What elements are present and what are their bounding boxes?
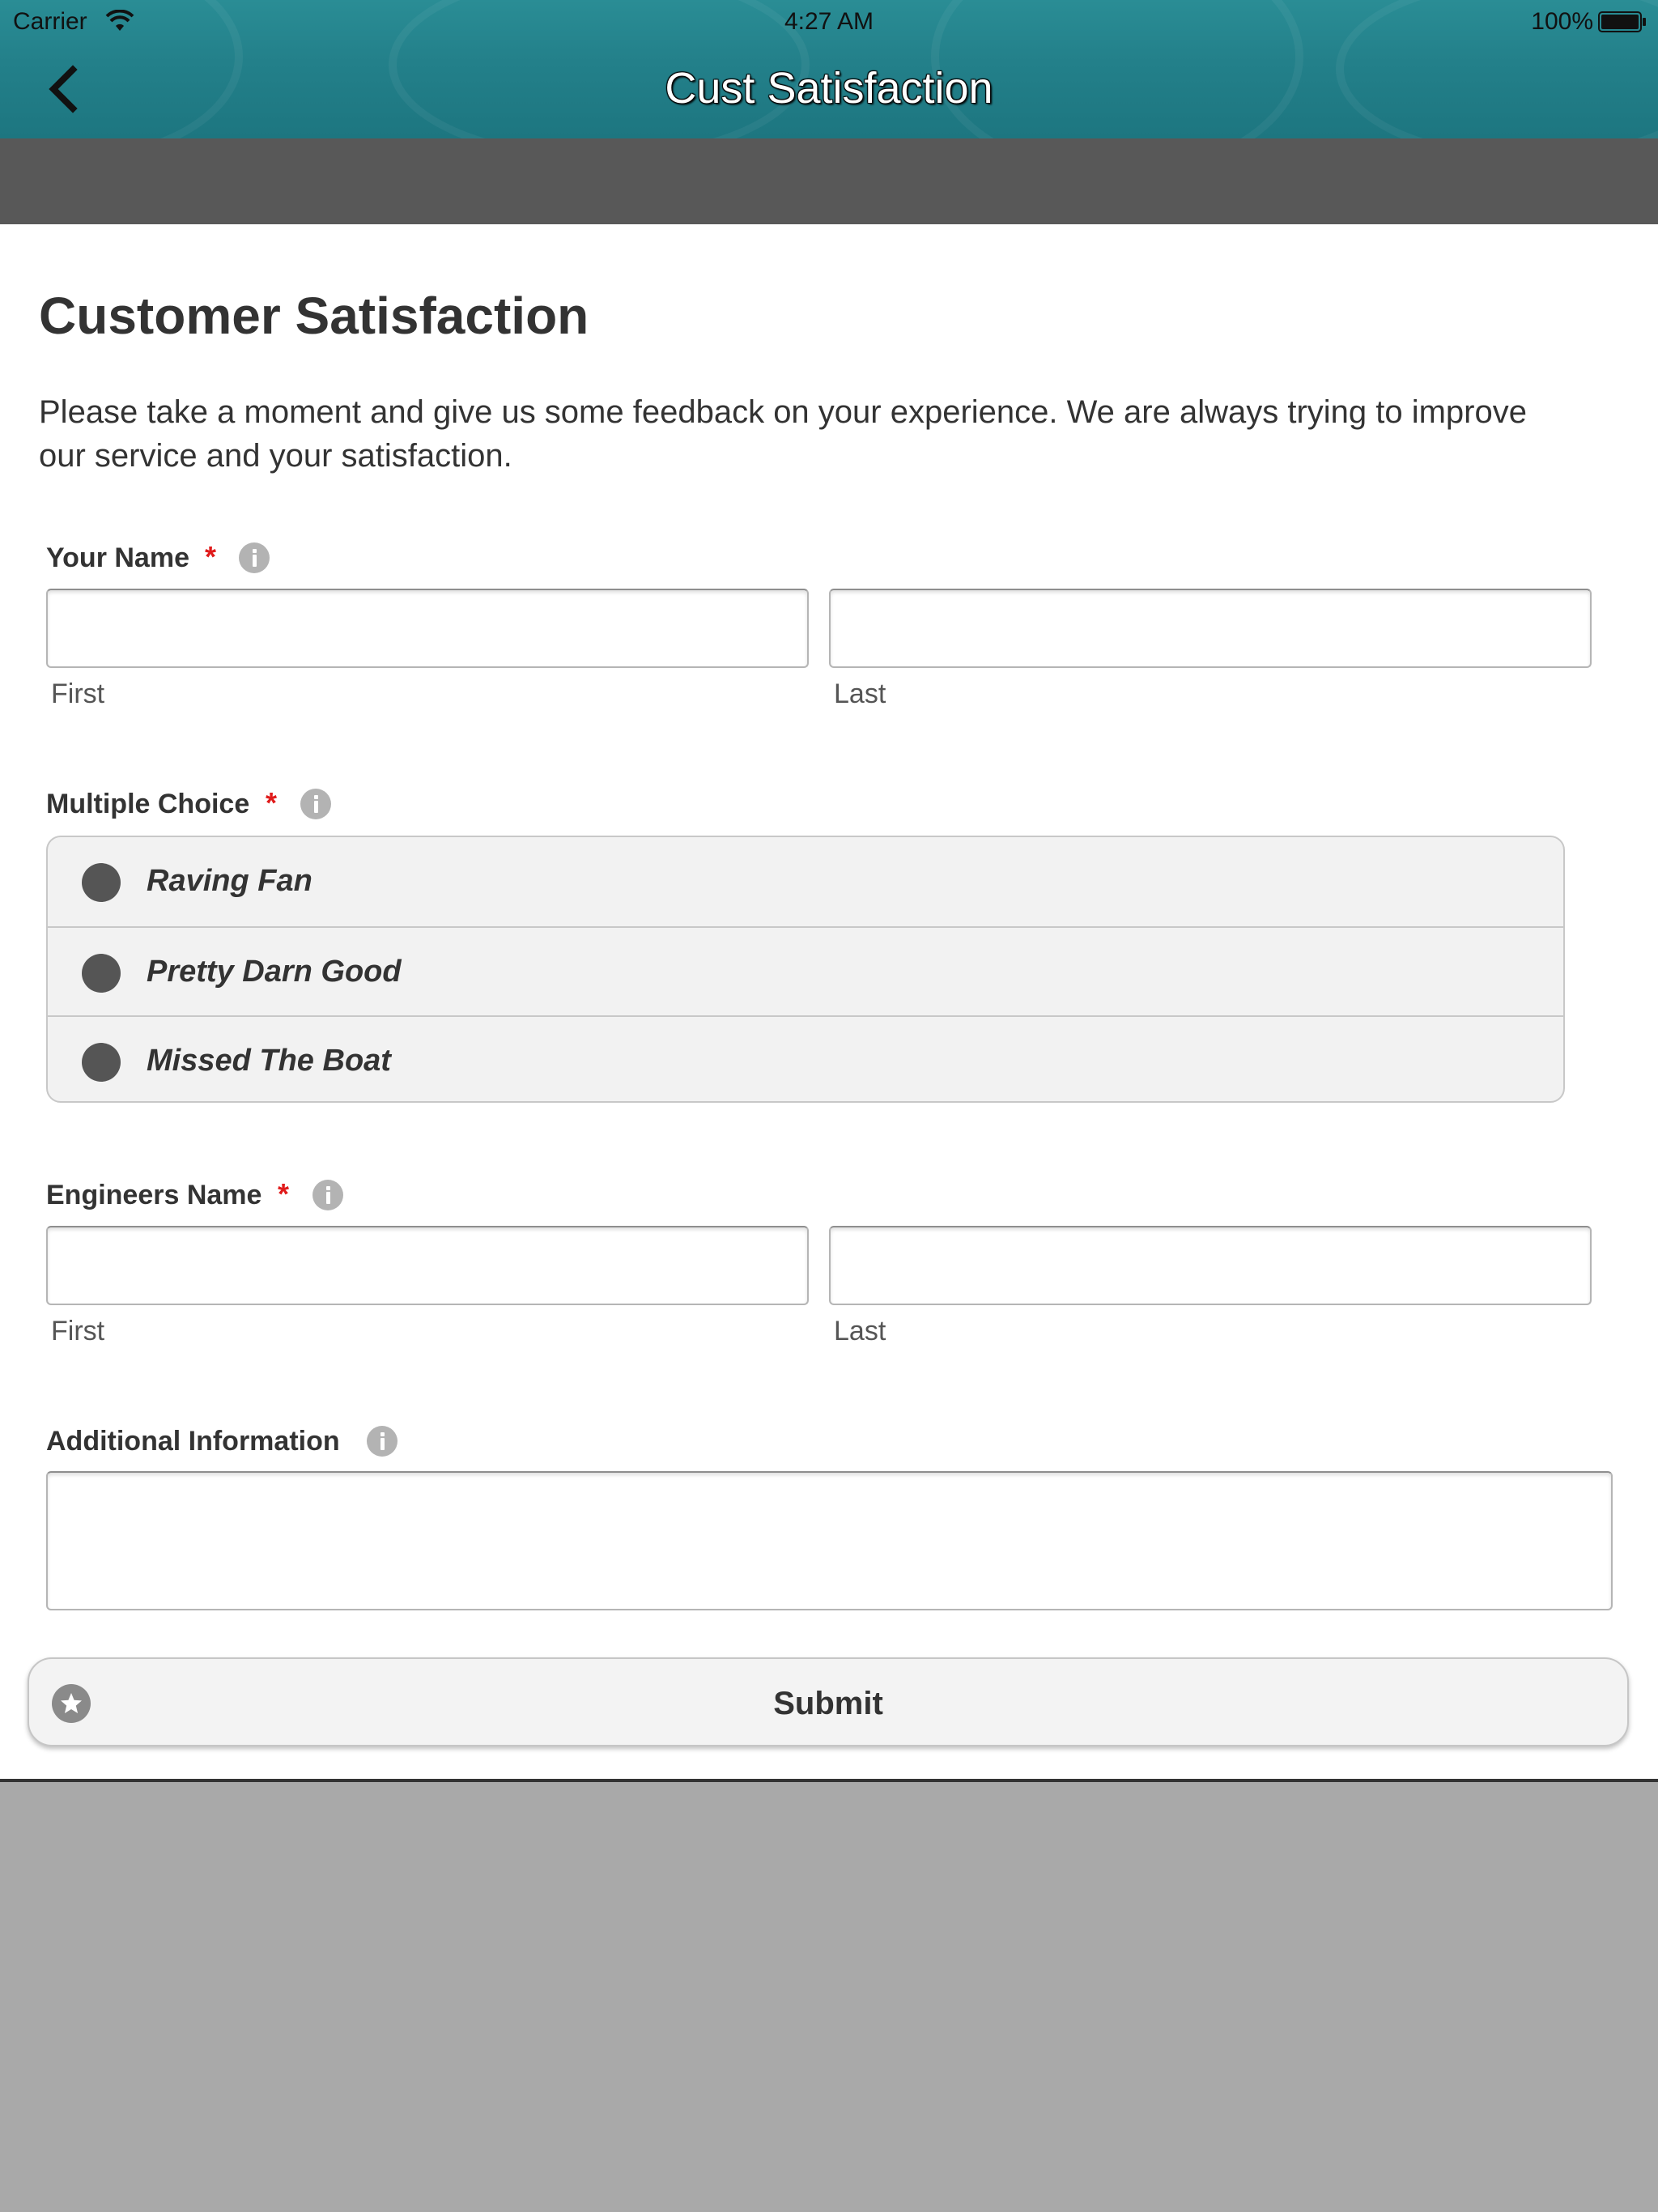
toolbar-band (0, 138, 1658, 224)
form-container: Customer Satisfaction Please take a mome… (0, 224, 1658, 1782)
submit-button[interactable]: Submit (28, 1657, 1629, 1746)
radio-button[interactable] (82, 1043, 121, 1082)
info-icon[interactable] (367, 1426, 397, 1457)
required-marker: * (266, 786, 278, 819)
form-intro: Please take a moment and give us some fe… (39, 394, 1527, 474)
top-bar: Carrier 4:27 AM 100% Cust Satisfaction (0, 0, 1658, 138)
your-name-label: Your Name (46, 542, 189, 573)
radio-option-missed-the-boat[interactable]: Missed The Boat (48, 1015, 1563, 1101)
first-sublabel: First (51, 678, 105, 709)
form-heading: Customer Satisfaction (39, 287, 589, 345)
status-time: 4:27 AM (784, 8, 874, 35)
info-icon[interactable] (239, 542, 270, 573)
page-title: Cust Satisfaction (665, 64, 993, 113)
required-marker: * (205, 540, 217, 573)
required-marker: * (278, 1177, 290, 1210)
engineers-name-last-input[interactable] (829, 1226, 1592, 1305)
status-bar: Carrier 4:27 AM 100% (0, 0, 1658, 45)
info-icon[interactable] (300, 789, 331, 819)
last-sublabel: Last (834, 1316, 886, 1346)
additional-information-label: Additional Information (46, 1426, 340, 1457)
info-icon[interactable] (312, 1180, 343, 1210)
radio-option-raving-fan[interactable]: Raving Fan (48, 837, 1563, 926)
last-sublabel: Last (834, 678, 886, 709)
first-sublabel: First (51, 1316, 105, 1346)
multiple-choice-group: Raving Fan Pretty Darn Good Missed The B… (46, 836, 1565, 1103)
radio-button[interactable] (82, 954, 121, 993)
radio-option-label: Raving Fan (147, 864, 312, 898)
radio-button[interactable] (82, 863, 121, 902)
submit-label: Submit (773, 1686, 883, 1721)
engineers-name-label: Engineers Name (46, 1180, 262, 1210)
your-name-first-input[interactable] (46, 589, 809, 668)
battery-icon (1598, 11, 1646, 32)
radio-option-label: Missed The Boat (147, 1044, 391, 1078)
engineers-name-first-input[interactable] (46, 1226, 809, 1305)
radio-option-label: Pretty Darn Good (147, 955, 402, 989)
your-name-last-input[interactable] (829, 589, 1592, 668)
multiple-choice-label: Multiple Choice (46, 789, 250, 819)
empty-background (0, 1785, 1658, 2212)
radio-option-pretty-darn-good[interactable]: Pretty Darn Good (48, 926, 1563, 1015)
additional-information-textarea[interactable] (46, 1471, 1613, 1610)
battery-percentage: 100% (1531, 8, 1593, 35)
